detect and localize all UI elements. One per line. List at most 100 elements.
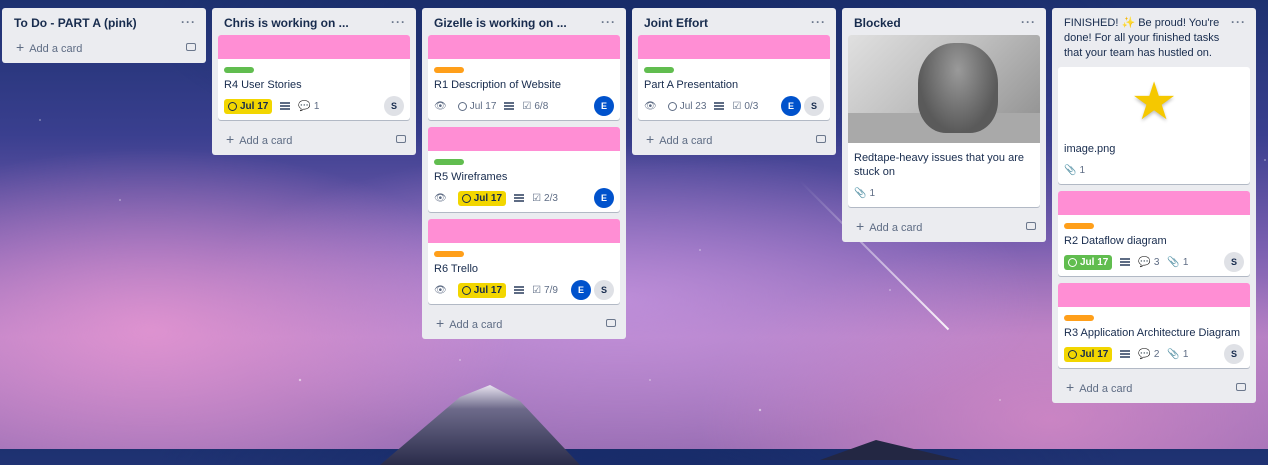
plus-icon: +: [226, 131, 235, 147]
label-orange: [1064, 315, 1094, 321]
list-header[interactable]: FINISHED! ✨ Be proud! You're done! For a…: [1052, 8, 1256, 67]
checklist-badge: ☑ 0/3: [732, 101, 758, 112]
add-card-button[interactable]: + Add a card: [842, 214, 1046, 242]
avatar[interactable]: S: [1224, 252, 1244, 272]
add-card-label: Add a card: [869, 222, 923, 234]
description-badge: [514, 285, 525, 296]
list-title[interactable]: FINISHED! ✨ Be proud! You're done! For a…: [1064, 16, 1231, 61]
card-r6-trello[interactable]: R6 Trello 👁 Jul 17 ☑ 7/9 E S: [428, 219, 620, 304]
description-icon: [514, 193, 525, 204]
avatar[interactable]: S: [804, 96, 824, 116]
label-green: [434, 159, 464, 165]
card-template-icon[interactable]: [186, 43, 196, 51]
attachments-badge: 📎 1: [1064, 165, 1085, 176]
list-title[interactable]: Blocked: [854, 16, 901, 31]
mountain-peak: [380, 385, 580, 465]
label-orange: [1064, 223, 1094, 229]
clock-icon: [461, 193, 471, 203]
label-green: [644, 67, 674, 73]
watching-badge: 👁: [434, 285, 450, 296]
attachments-badge: 📎 1: [1167, 257, 1188, 268]
description-badge: [514, 193, 525, 204]
list-header[interactable]: Blocked ···: [842, 8, 1046, 35]
paperclip-icon: 📎: [1167, 256, 1180, 268]
card-title: R5 Wireframes: [434, 171, 508, 183]
description-badge: [1120, 257, 1131, 268]
due-date-badge[interactable]: Jul 17: [224, 98, 273, 114]
checklist-count: 6/8: [534, 100, 549, 112]
card-template-icon[interactable]: [1026, 222, 1036, 230]
avatar[interactable]: E: [594, 96, 614, 116]
list-menu-icon[interactable]: ···: [181, 16, 196, 28]
due-date-badge[interactable]: Jul 17: [1064, 254, 1113, 270]
card-redtape-issues[interactable]: Redtape-heavy issues that you are stuck …: [848, 35, 1040, 207]
due-date-text: Jul 17: [240, 100, 269, 112]
card-template-icon[interactable]: [816, 135, 826, 143]
card-title: R6 Trello: [434, 263, 479, 275]
due-date-badge[interactable]: Jul 17: [457, 100, 497, 112]
card-title: R2 Dataflow diagram: [1064, 235, 1167, 247]
checklist-icon: ☑: [522, 100, 532, 112]
list-blocked: Blocked ··· Redtape-heavy issues that yo…: [842, 8, 1046, 242]
list-title[interactable]: Joint Effort: [644, 16, 708, 31]
add-card-label: Add a card: [239, 135, 293, 147]
card-title: Redtape-heavy issues that you are stuck …: [854, 152, 1024, 178]
checklist-badge: ☑ 6/8: [522, 101, 548, 112]
cat-image-cover: [848, 35, 1040, 143]
due-date-text: Jul 17: [1080, 256, 1109, 268]
list-gizelle: Gizelle is working on ... ··· R1 Descrip…: [422, 8, 626, 339]
attachments-count: 1: [1182, 348, 1189, 360]
comments-count: 2: [1153, 348, 1160, 360]
comment-icon: 💬: [298, 100, 311, 112]
add-card-button[interactable]: + Add a card: [2, 35, 206, 63]
list-header[interactable]: To Do - PART A (pink) ···: [2, 8, 206, 35]
avatar[interactable]: E: [781, 96, 801, 116]
card-template-icon[interactable]: [1236, 383, 1246, 391]
list-header[interactable]: Gizelle is working on ... ···: [422, 8, 626, 35]
add-card-button[interactable]: + Add a card: [632, 127, 836, 155]
list-menu-icon[interactable]: ···: [811, 16, 826, 28]
list-header[interactable]: Chris is working on ... ···: [212, 8, 416, 35]
card-image-png[interactable]: ★ image.png 📎 1: [1058, 67, 1250, 184]
add-card-button[interactable]: + Add a card: [422, 311, 626, 339]
clock-icon: [1068, 349, 1077, 359]
avatar[interactable]: S: [594, 280, 614, 300]
add-card-button[interactable]: + Add a card: [212, 127, 416, 155]
card-template-icon[interactable]: [606, 319, 616, 327]
list-menu-icon[interactable]: ···: [391, 16, 406, 28]
avatar[interactable]: E: [571, 280, 591, 300]
card-part-a-presentation[interactable]: Part A Presentation 👁 Jul 23 ☑ 0/3 E S: [638, 35, 830, 120]
checklist-badge: ☑ 2/3: [532, 193, 558, 204]
plus-icon: +: [16, 39, 25, 55]
card-r2-dataflow[interactable]: R2 Dataflow diagram Jul 17 💬 3 📎 1 S: [1058, 191, 1250, 276]
clock-icon: [667, 101, 677, 111]
eye-icon: 👁: [644, 100, 657, 112]
list-menu-icon[interactable]: ···: [1231, 16, 1246, 28]
list-title[interactable]: Gizelle is working on ...: [434, 16, 567, 31]
add-card-button[interactable]: + Add a card: [1052, 375, 1256, 403]
avatar[interactable]: S: [384, 96, 404, 116]
due-date-text: Jul 17: [469, 100, 497, 112]
card-r4-user-stories[interactable]: R4 User Stories Jul 17 💬 1 S: [218, 35, 410, 120]
avatar[interactable]: E: [594, 188, 614, 208]
card-r5-wireframes[interactable]: R5 Wireframes 👁 Jul 17 ☑ 2/3 E: [428, 127, 620, 212]
card-r3-architecture[interactable]: R3 Application Architecture Diagram Jul …: [1058, 283, 1250, 368]
list-header[interactable]: Joint Effort ···: [632, 8, 836, 35]
card-r1-description[interactable]: R1 Description of Website 👁 Jul 17 ☑ 6/8 …: [428, 35, 620, 120]
due-date-badge[interactable]: Jul 17: [1064, 346, 1113, 362]
list-title[interactable]: Chris is working on ...: [224, 16, 349, 31]
due-date-badge[interactable]: Jul 17: [457, 282, 507, 298]
list-menu-icon[interactable]: ···: [1021, 16, 1036, 28]
card-template-icon[interactable]: [396, 135, 406, 143]
card-title: image.png: [1064, 143, 1116, 155]
paperclip-icon: 📎: [1064, 164, 1077, 176]
clock-icon: [1068, 257, 1077, 267]
due-date-badge[interactable]: Jul 23: [667, 101, 706, 112]
plus-icon: +: [1066, 379, 1075, 395]
list-title[interactable]: To Do - PART A (pink): [14, 16, 137, 31]
avatar[interactable]: S: [1224, 344, 1244, 364]
card-title: R3 Application Architecture Diagram: [1064, 327, 1241, 339]
comments-badge: 💬 2: [1138, 349, 1159, 360]
list-menu-icon[interactable]: ···: [601, 16, 616, 28]
due-date-badge[interactable]: Jul 17: [457, 190, 507, 206]
